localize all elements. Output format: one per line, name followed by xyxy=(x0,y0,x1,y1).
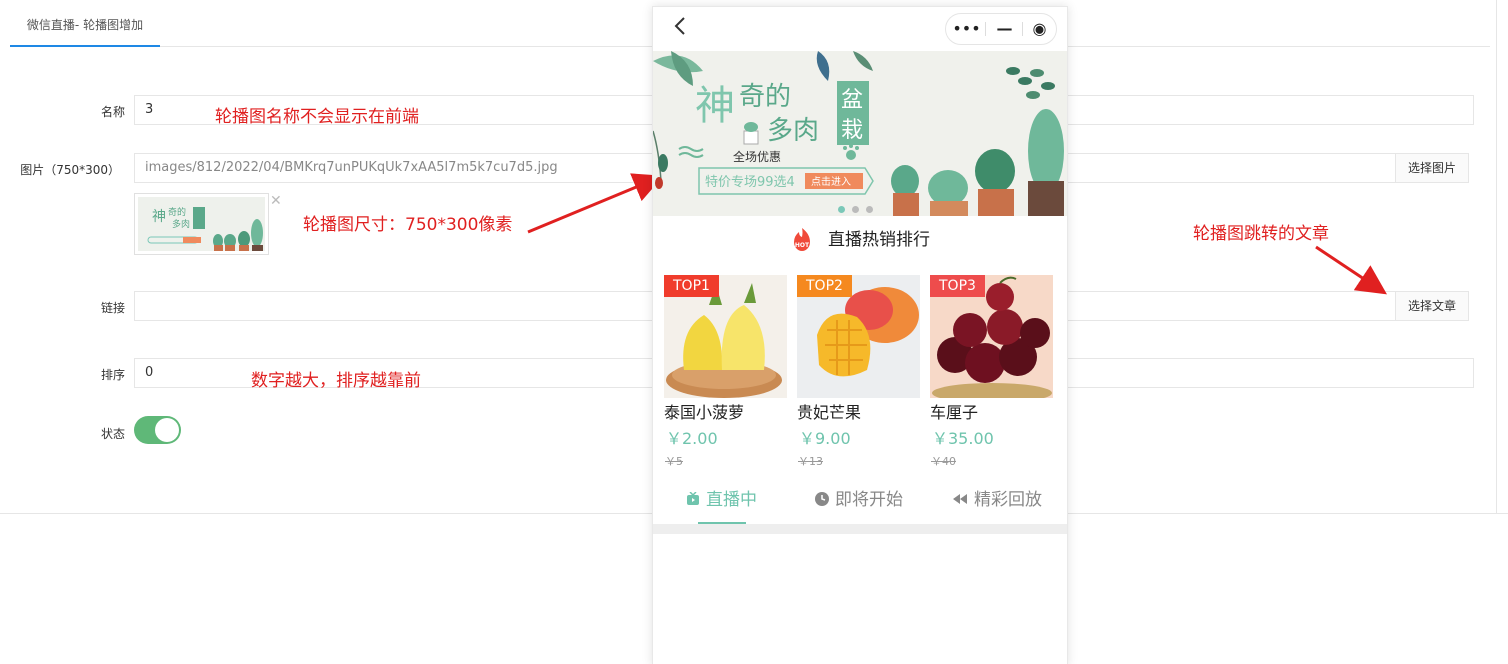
close-circle-icon[interactable]: ◉ xyxy=(1021,14,1058,44)
product-image: TOP3 xyxy=(930,275,1053,398)
rank-tag: TOP2 xyxy=(797,275,852,297)
svg-text:点击进入: 点击进入 xyxy=(811,176,851,188)
tab-replay[interactable]: 精彩回放 xyxy=(952,482,1042,524)
svg-text:特价专场99选4: 特价专场99选4 xyxy=(705,175,795,190)
carousel-dot-active[interactable] xyxy=(838,206,845,213)
svg-text:栽: 栽 xyxy=(841,118,863,143)
svg-text:多肉: 多肉 xyxy=(767,116,819,146)
clock-icon xyxy=(815,492,829,506)
arrow-to-banner xyxy=(527,173,664,234)
carousel-dot[interactable] xyxy=(866,206,873,213)
tab-live-now-label: 直播中 xyxy=(706,490,757,510)
product-price: ￥2.00 xyxy=(666,429,718,448)
product-image: TOP1 xyxy=(664,275,787,398)
product-image: TOP2 xyxy=(797,275,920,398)
product-original-price: ￥5 xyxy=(665,455,683,468)
minimize-icon[interactable]: — xyxy=(986,14,1023,44)
product-name: 贵妃芒果 xyxy=(797,403,862,422)
tab-upcoming[interactable]: 即将开始 xyxy=(815,482,903,524)
product-original-price: ￥40 xyxy=(931,455,956,468)
tab-replay-label: 精彩回放 xyxy=(974,490,1042,510)
hot-ranking-title: 直播热销排行 xyxy=(653,225,1067,255)
rank-tag: TOP1 xyxy=(664,275,719,297)
phone-preview: ••• — ◉ 神 奇的 多肉 盆 栽 全场优惠 特价专场99选4 点击进入 H… xyxy=(652,6,1068,664)
tab-upcoming-label: 即将开始 xyxy=(835,490,903,510)
banner-carousel[interactable]: 神 奇的 多肉 盆 栽 全场优惠 特价专场99选4 点击进入 xyxy=(653,51,1067,216)
product-name: 车厘子 xyxy=(930,403,979,422)
banner-image: 神 奇的 多肉 盆 栽 全场优惠 特价专场99选4 点击进入 xyxy=(653,51,1067,216)
banner-title-char: 神 xyxy=(695,83,735,129)
svg-text:全场优惠: 全场优惠 xyxy=(733,149,781,164)
product-card[interactable]: TOP2 贵妃芒果 ￥9.00 ￥13 xyxy=(797,275,920,469)
product-price: ￥35.00 xyxy=(932,429,994,448)
rewind-icon xyxy=(953,494,967,504)
svg-text:盆: 盆 xyxy=(841,88,863,113)
tab-live-now[interactable]: 直播中 xyxy=(686,482,757,524)
hot-ranking-label: 直播热销排行 xyxy=(828,230,930,250)
product-card[interactable]: TOP1 泰国小菠萝 ￥2.00 ￥5 xyxy=(664,275,787,469)
svg-text:奇的: 奇的 xyxy=(739,82,791,112)
section-divider xyxy=(653,524,1067,534)
page: 微信直播- 轮播图增加 名称 3 图片（750*300） images/812/… xyxy=(0,0,1508,664)
carousel-dot[interactable] xyxy=(852,206,859,213)
mini-program-navbar: ••• — ◉ xyxy=(653,7,1067,51)
carousel-dots xyxy=(838,198,880,217)
product-original-price: ￥13 xyxy=(798,455,823,468)
rank-tag: TOP3 xyxy=(930,275,985,297)
product-price: ￥9.00 xyxy=(799,429,851,448)
capsule-menu: ••• — ◉ xyxy=(945,13,1057,45)
product-card[interactable]: TOP3 车厘子 ￥35.00 ￥40 xyxy=(930,275,1053,469)
back-icon[interactable] xyxy=(673,15,687,43)
tv-icon xyxy=(687,491,699,505)
more-icon[interactable]: ••• xyxy=(948,14,985,44)
arrow-to-select-article xyxy=(1315,245,1387,295)
product-name: 泰国小菠萝 xyxy=(664,403,745,422)
live-tabs: 直播中 即将开始 精彩回放 xyxy=(653,482,1067,524)
